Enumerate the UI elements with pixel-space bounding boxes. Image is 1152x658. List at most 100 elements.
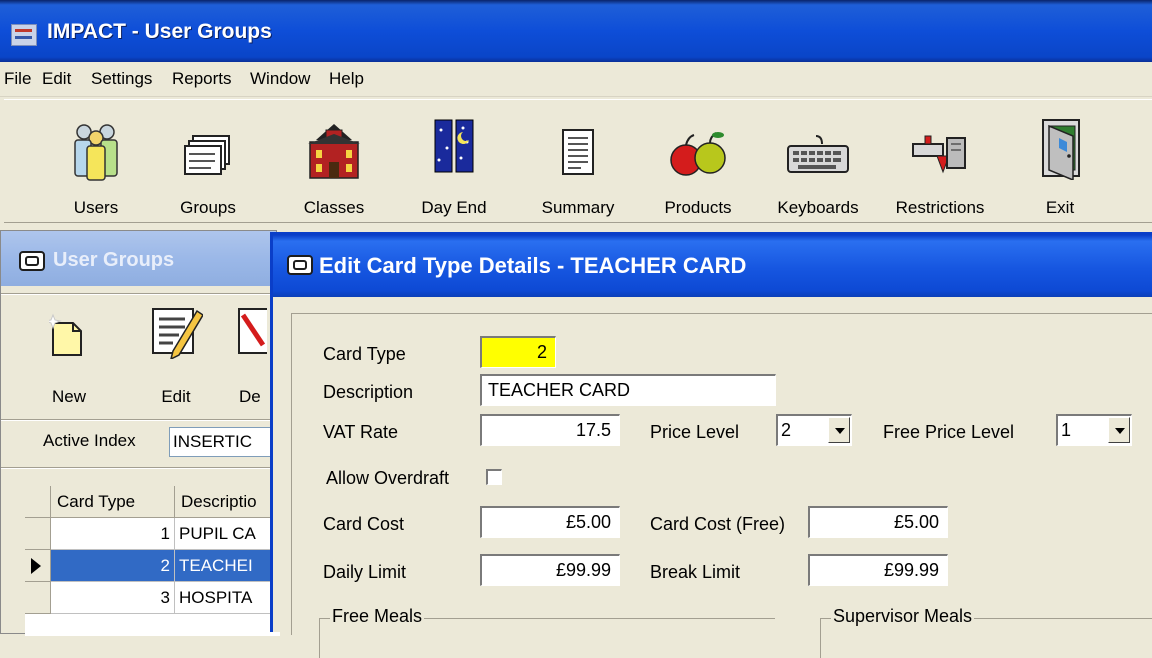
toolbar-classes-label: Classes — [303, 198, 365, 217]
break-limit-label: Break Limit — [650, 562, 741, 582]
supervisor-meals-group: Supervisor Meals — [820, 606, 1152, 658]
edit-label: Edit — [161, 387, 191, 406]
card-cost-free-label: Card Cost (Free) — [650, 514, 786, 534]
delete-label: De — [239, 387, 261, 406]
allow-overdraft-checkbox[interactable] — [486, 469, 502, 485]
menu-settings[interactable]: Settings — [91, 69, 152, 89]
window-icon — [287, 255, 313, 275]
break-limit-field[interactable]: £99.99 — [808, 554, 948, 586]
active-index-select[interactable]: INSERTIC — [169, 427, 284, 457]
card-type-grid: Card Type Descriptio 1 PUPIL CA 2 TEACHE… — [25, 486, 280, 636]
menu-bar: File Edit Settings Reports Window Help — [0, 62, 1152, 97]
exit-icon — [1042, 119, 1080, 180]
edit-card-type-dialog: Edit Card Type Details - TEACHER CARD Ca… — [270, 232, 1152, 658]
cell-description[interactable]: TEACHEI — [175, 550, 280, 582]
chevron-down-icon[interactable] — [828, 417, 850, 443]
row-indicator — [25, 550, 51, 582]
cell-description[interactable]: HOSPITA — [175, 582, 280, 614]
groups-icon — [184, 135, 230, 175]
price-level-select[interactable]: 2 — [776, 414, 852, 446]
row-indicator — [25, 582, 51, 614]
free-meals-group: Free Meals — [319, 606, 775, 658]
edit-dialog-body: Card Type 2 Description TEACHER CARD VAT… — [291, 313, 1152, 658]
card-type-field[interactable]: 2 — [480, 336, 556, 368]
toolbar-summary-label: Summary — [541, 198, 615, 217]
edit-dialog-title: Edit Card Type Details - TEACHER CARD — [319, 253, 747, 278]
card-cost-field[interactable]: £5.00 — [480, 506, 620, 538]
toolbar-day-end-button[interactable]: Day End — [408, 100, 500, 222]
card-type-label: Card Type — [323, 344, 406, 364]
free-price-level-select[interactable]: 1 — [1056, 414, 1132, 446]
menu-window[interactable]: Window — [250, 69, 310, 89]
free-price-level-value: 1 — [1061, 420, 1072, 440]
column-header-card-type[interactable]: Card Type — [51, 486, 175, 518]
toolbar-summary-button[interactable]: Summary — [532, 100, 624, 222]
products-icon — [670, 132, 726, 176]
toolbar-exit-label: Exit — [1045, 198, 1075, 217]
current-row-arrow-icon — [31, 558, 41, 574]
menu-edit[interactable]: Edit — [42, 69, 71, 89]
toolbar-exit-button[interactable]: Exit — [1014, 100, 1106, 222]
main-toolbar: Users Groups Classes Day End Summary Pro… — [4, 99, 1152, 223]
description-label: Description — [323, 382, 414, 402]
card-cost-free-field[interactable]: £5.00 — [808, 506, 948, 538]
chevron-down-icon[interactable] — [1108, 417, 1130, 443]
description-field[interactable]: TEACHER CARD — [480, 374, 776, 406]
restrictions-icon — [912, 135, 966, 174]
window-icon — [19, 251, 45, 271]
app-icon — [11, 24, 37, 46]
card-cost-label: Card Cost — [323, 514, 405, 534]
toolbar-divider — [1, 293, 276, 295]
allow-overdraft-label: Allow Overdraft — [326, 468, 450, 488]
day-end-icon — [434, 119, 474, 173]
free-price-level-label: Free Price Level — [883, 422, 1015, 442]
main-title-bar: IMPACT - User Groups — [0, 0, 1152, 62]
price-level-value: 2 — [781, 420, 792, 440]
menu-reports[interactable]: Reports — [172, 69, 232, 89]
menu-help[interactable]: Help — [329, 69, 364, 89]
toolbar-restrictions-button[interactable]: Restrictions — [876, 100, 1004, 222]
cell-card-type[interactable]: 1 — [51, 518, 175, 550]
delete-icon — [238, 308, 267, 354]
toolbar-restrictions-label: Restrictions — [895, 198, 985, 217]
summary-icon — [562, 129, 594, 175]
free-meals-group-label: Free Meals — [330, 606, 425, 627]
keyboards-icon — [787, 135, 849, 173]
user-groups-title-bar[interactable]: User Groups — [1, 231, 276, 286]
toolbar-keyboards-label: Keyboards — [777, 198, 859, 217]
toolbar-day-end-label: Day End — [421, 198, 487, 217]
daily-limit-label: Daily Limit — [323, 562, 407, 582]
active-index-label: Active Index — [43, 431, 136, 450]
daily-limit-field[interactable]: £99.99 — [480, 554, 620, 586]
toolbar-groups-label: Groups — [180, 198, 236, 217]
toolbar-divider — [1, 419, 276, 421]
cell-card-type[interactable]: 3 — [51, 582, 175, 614]
edit-icon — [152, 308, 203, 359]
new-label: New — [51, 387, 86, 406]
window-title: IMPACT - User Groups — [47, 20, 272, 43]
vat-rate-label: VAT Rate — [323, 422, 399, 442]
cell-card-type[interactable]: 2 — [51, 550, 175, 582]
supervisor-meals-group-label: Supervisor Meals — [831, 606, 975, 627]
toolbar-users-label: Users — [73, 198, 119, 217]
toolbar-users-button[interactable]: Users — [50, 100, 142, 222]
price-level-label: Price Level — [650, 422, 740, 442]
toolbar-keyboards-button[interactable]: Keyboards — [768, 100, 868, 222]
column-header-description[interactable]: Descriptio — [175, 486, 280, 518]
user-groups-title: User Groups — [53, 249, 175, 271]
toolbar-groups-button[interactable]: Groups — [162, 100, 254, 222]
row-indicator — [25, 518, 51, 550]
edit-dialog-title-bar[interactable]: Edit Card Type Details - TEACHER CARD — [273, 235, 1152, 297]
toolbar-products-label: Products — [664, 198, 732, 217]
users-icon — [74, 124, 118, 181]
menu-file[interactable]: File — [4, 69, 31, 89]
toolbar-classes-button[interactable]: Classes — [288, 100, 380, 222]
toolbar-products-button[interactable]: Products — [652, 100, 744, 222]
classes-icon — [308, 124, 360, 179]
cell-description[interactable]: PUPIL CA — [175, 518, 280, 550]
new-icon — [49, 313, 82, 356]
vat-rate-field[interactable]: 17.5 — [480, 414, 620, 446]
toolbar-divider — [1, 467, 276, 469]
user-groups-window: User Groups New Edit De Active Index INS… — [0, 230, 284, 636]
grid-corner — [25, 486, 51, 518]
